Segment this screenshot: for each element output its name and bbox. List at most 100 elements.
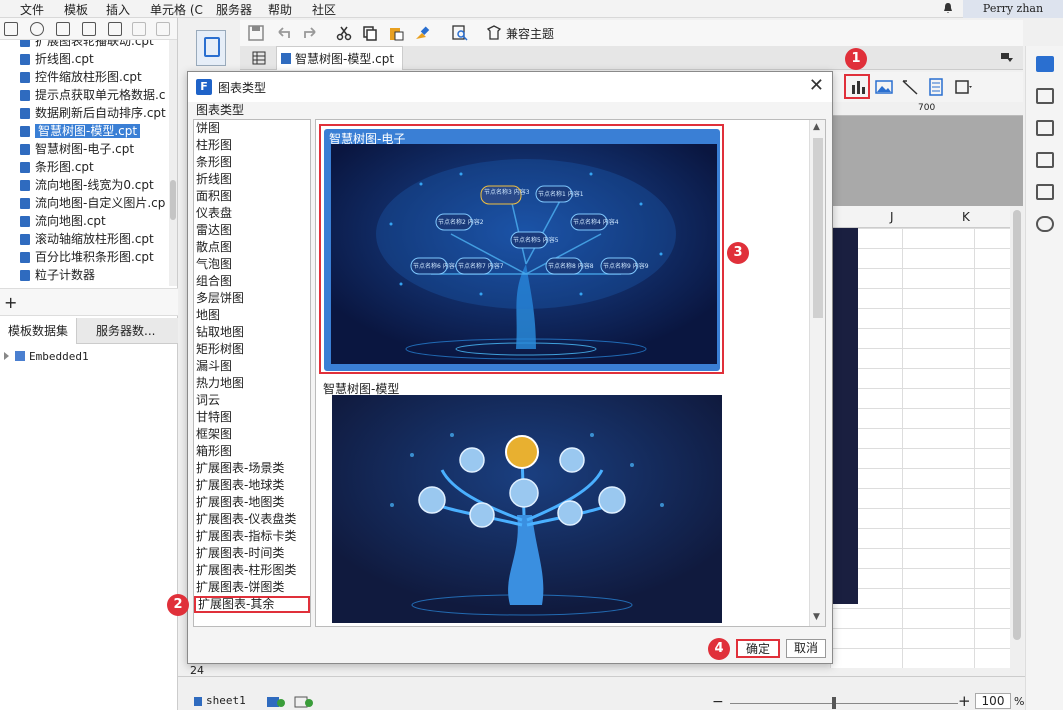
redo-icon[interactable] <box>302 25 318 41</box>
category-item[interactable]: 仪表盘 <box>194 205 310 222</box>
category-item[interactable]: 扩展图表-地球类 <box>194 477 310 494</box>
category-item[interactable]: 漏斗图 <box>194 358 310 375</box>
save-icon[interactable] <box>248 25 264 41</box>
zoom-slider-knob[interactable] <box>832 697 836 709</box>
tab-menu-icon[interactable] <box>1001 53 1013 63</box>
tab-server-dataset[interactable]: 服务器数... <box>88 318 163 344</box>
category-item[interactable]: 散点图 <box>194 239 310 256</box>
template-switch-button[interactable] <box>196 30 226 66</box>
category-item[interactable]: 柱形图 <box>194 137 310 154</box>
menu-community[interactable]: 社区 <box>312 1 336 18</box>
category-item[interactable]: 框架图 <box>194 426 310 443</box>
cancel-button[interactable]: 取消 <box>786 639 826 658</box>
category-item[interactable]: 词云 <box>194 392 310 409</box>
bell-icon[interactable] <box>942 2 954 14</box>
category-item[interactable]: 热力地图 <box>194 375 310 392</box>
border-icon[interactable] <box>954 78 972 96</box>
slash-icon[interactable] <box>901 78 919 96</box>
scrollbar-thumb[interactable] <box>170 180 176 220</box>
ok-button[interactable]: 确定 <box>736 639 780 658</box>
column-k[interactable]: K <box>962 210 970 224</box>
grid-icon[interactable] <box>252 51 266 65</box>
close-icon[interactable]: ✕ <box>809 76 824 96</box>
scroll-down-icon[interactable]: ▼ <box>813 612 820 622</box>
category-item[interactable]: 扩展图表-仪表盘类 <box>194 511 310 528</box>
add-sheet-icon[interactable] <box>266 696 286 708</box>
menu-file[interactable]: 文件 <box>20 1 44 18</box>
condition-icon[interactable] <box>1036 152 1054 168</box>
column-j[interactable]: J <box>890 210 894 224</box>
file-item[interactable]: 流向地图-线宽为0.cpt <box>0 176 170 194</box>
zoom-out-icon[interactable]: − <box>712 694 724 710</box>
category-item[interactable]: 扩展图表-地图类 <box>194 494 310 511</box>
category-item[interactable]: 雷达图 <box>194 222 310 239</box>
paste-icon[interactable] <box>156 22 170 36</box>
category-item[interactable]: 面积图 <box>194 188 310 205</box>
menu-template[interactable]: 模板 <box>64 1 88 18</box>
zoom-slider-track[interactable] <box>730 703 958 704</box>
preview-card[interactable]: 智慧树图-模型 <box>323 382 723 624</box>
scroll-up-icon[interactable]: ▲ <box>813 122 820 132</box>
image-icon[interactable] <box>875 78 893 96</box>
file-item[interactable]: 智慧树图-电子.cpt <box>0 140 170 158</box>
tab-template-dataset[interactable]: 模板数据集 <box>0 318 78 344</box>
open-icon[interactable] <box>56 22 70 36</box>
refresh-icon[interactable] <box>30 22 44 36</box>
category-item[interactable]: 地图 <box>194 307 310 324</box>
category-item[interactable]: 条形图 <box>194 154 310 171</box>
tab-file[interactable]: 智慧树图-模型.cpt <box>276 46 404 70</box>
file-item[interactable]: 折线图.cpt <box>0 50 170 68</box>
format-brush-icon[interactable] <box>414 25 430 41</box>
cut-icon[interactable] <box>336 25 352 41</box>
new-folder-icon[interactable] <box>4 22 18 36</box>
preview-search-icon[interactable] <box>452 25 468 41</box>
category-item[interactable]: 多层饼图 <box>194 290 310 307</box>
scrollbar-thumb[interactable] <box>1013 210 1021 640</box>
category-item[interactable]: 扩展图表-指标卡类 <box>194 528 310 545</box>
menu-server[interactable]: 服务器 <box>216 1 252 18</box>
theme-icon[interactable] <box>486 25 502 41</box>
file-item[interactable]: 控件缩放柱形图.cpt <box>0 68 170 86</box>
zoom-input[interactable]: 100 <box>975 693 1011 709</box>
settings-icon[interactable] <box>82 22 96 36</box>
category-item[interactable]: 钻取地图 <box>194 324 310 341</box>
category-item[interactable]: 甘特图 <box>194 409 310 426</box>
menu-help[interactable]: 帮助 <box>268 1 292 18</box>
user-name[interactable]: Perry zhan <box>963 0 1063 18</box>
category-item[interactable]: 气泡图 <box>194 256 310 273</box>
link-icon[interactable] <box>1036 216 1054 232</box>
category-item[interactable]: 饼图 <box>194 120 310 137</box>
paste-icon[interactable] <box>388 25 404 41</box>
preview-card-selected[interactable]: 智慧树图-电子 节点名称3 内容3 节点名称1 内容1 节点名称2 内容2 节点… <box>319 124 724 374</box>
file-item-selected[interactable]: 智慧树图-模型.cpt <box>0 122 170 140</box>
file-item[interactable]: 粒子计数器 <box>0 266 170 284</box>
category-item[interactable]: 扩展图表-时间类 <box>194 545 310 562</box>
category-item[interactable]: 组合图 <box>194 273 310 290</box>
undo-icon[interactable] <box>276 25 292 41</box>
category-item[interactable]: 矩形树图 <box>194 341 310 358</box>
cell-property-icon[interactable] <box>1036 56 1054 72</box>
preview-scrollbar[interactable]: ▲ ▼ <box>809 120 825 626</box>
add-poly-sheet-icon[interactable] <box>294 696 314 708</box>
widget-icon[interactable] <box>1036 120 1054 136</box>
sheet-tab[interactable]: sheet1 <box>206 694 246 707</box>
copy-icon[interactable] <box>132 22 146 36</box>
category-item[interactable]: 折线图 <box>194 171 310 188</box>
category-item-selected[interactable]: 扩展图表-其余 <box>194 596 310 613</box>
category-item[interactable]: 箱形图 <box>194 443 310 460</box>
category-item[interactable]: 扩展图表-场景类 <box>194 460 310 477</box>
add-dataset-icon[interactable]: + <box>4 293 17 312</box>
expand-arrow-icon[interactable] <box>4 352 9 360</box>
category-item[interactable]: 扩展图表-饼图类 <box>194 579 310 596</box>
category-item[interactable]: 扩展图表-柱形图类 <box>194 562 310 579</box>
cell-info-icon[interactable] <box>1036 88 1054 104</box>
file-item[interactable]: 流向地图.cpt <box>0 212 170 230</box>
file-item[interactable]: 扩展图表轮播联动.cpt <box>0 40 170 50</box>
file-item[interactable]: 提示点获取单元格数据.c <box>0 86 170 104</box>
file-item[interactable]: 滚动轴缩放柱形图.cpt <box>0 230 170 248</box>
rich-text-icon[interactable] <box>927 78 945 96</box>
sheet-vertical-scrollbar[interactable] <box>1010 206 1024 676</box>
delete-icon[interactable] <box>108 22 122 36</box>
zoom-in-icon[interactable]: + <box>958 692 971 710</box>
copy-icon[interactable] <box>362 25 378 41</box>
